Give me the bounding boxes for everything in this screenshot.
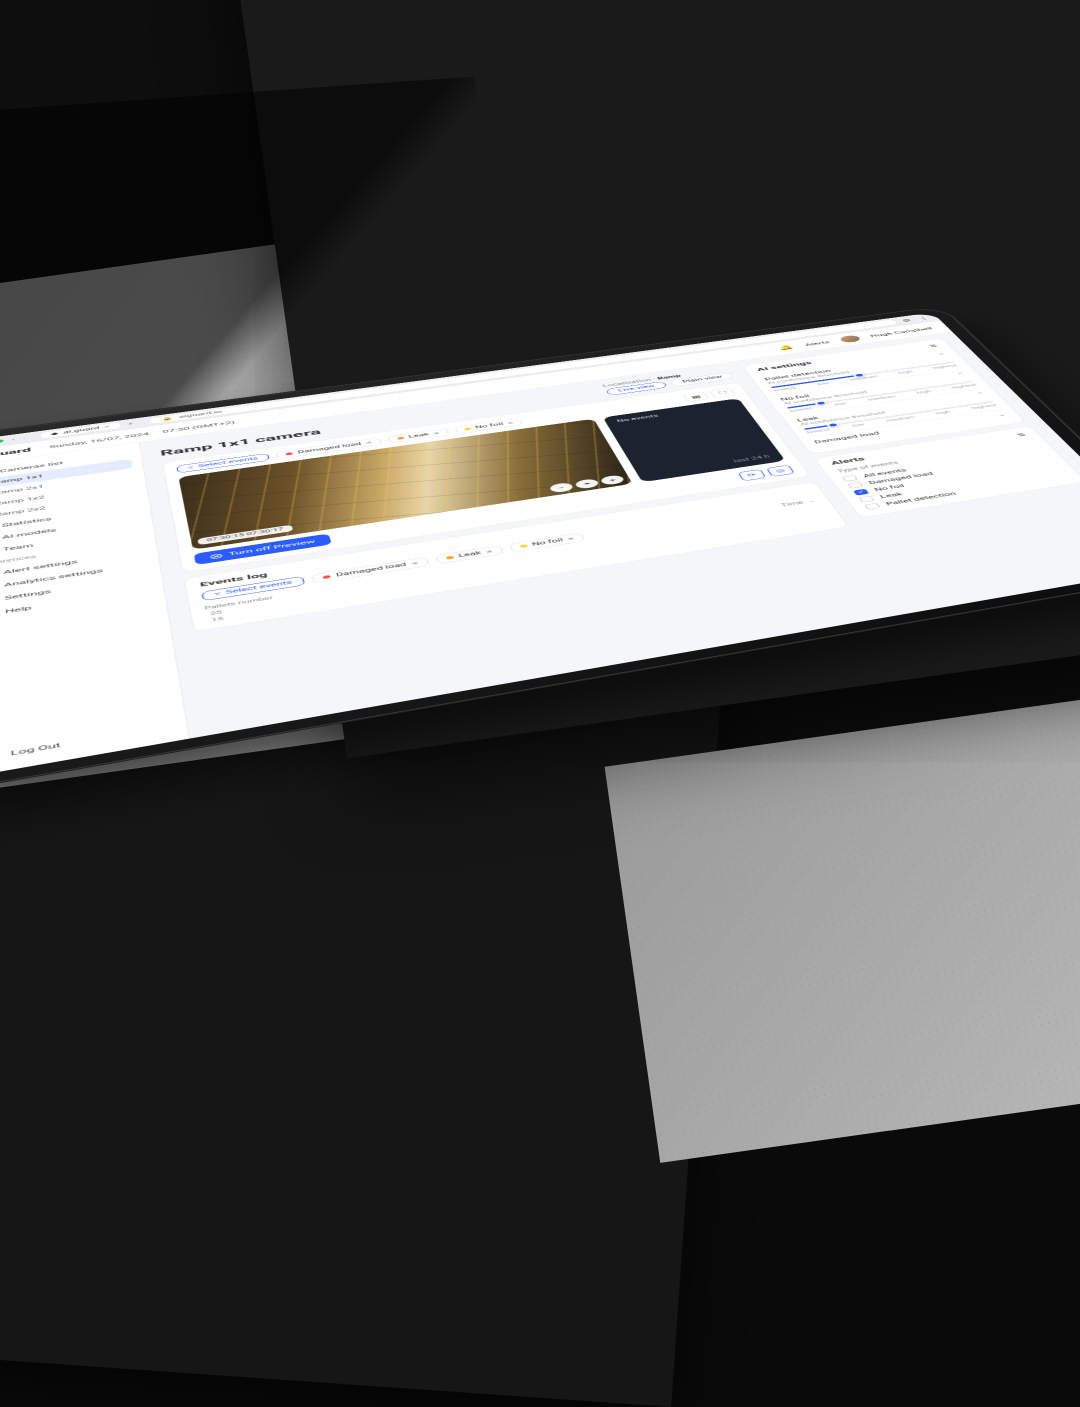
tab-close-icon[interactable]: ×	[104, 425, 110, 429]
zoom-reset-icon[interactable]: ⌖	[574, 478, 600, 489]
snapshot-icon[interactable]: ◎	[766, 465, 795, 477]
eye-off-icon: ⨂	[210, 553, 223, 560]
refresh-icon[interactable]: ⟳	[737, 469, 766, 481]
nav-fwd-icon[interactable]: ›	[23, 435, 27, 440]
filter-icon: ▿	[188, 465, 194, 470]
alerts-link[interactable]: Alerts	[804, 340, 831, 347]
filter-icon: ▿	[214, 591, 221, 597]
menu-icon[interactable]: ⋮	[917, 316, 930, 321]
extension-icon[interactable]: ⚙	[900, 318, 912, 323]
chip-remove-icon[interactable]: ×	[365, 440, 372, 445]
expand-icon[interactable]: ⛶	[709, 388, 736, 398]
alerts-title: Alerts	[829, 456, 866, 466]
zoom-out-icon[interactable]: −	[548, 482, 574, 493]
avatar[interactable]	[838, 335, 862, 344]
alerts-toggle-icon[interactable]: ⇅	[1015, 432, 1027, 438]
dot-red-icon	[286, 452, 294, 455]
logo-text: guard	[0, 446, 31, 458]
checkbox[interactable]	[864, 503, 880, 510]
chip-remove-icon[interactable]: ×	[433, 431, 441, 436]
period-label: last 24 h	[733, 454, 771, 463]
settings-toggle-icon[interactable]: ⇅	[928, 344, 939, 349]
grid-view-icon[interactable]: ▦	[683, 392, 710, 402]
time-axis-label: Time →	[780, 498, 817, 507]
new-tab-icon[interactable]: +	[127, 421, 134, 426]
chip-remove-icon[interactable]: ×	[507, 420, 515, 425]
dot-yellow-icon	[463, 427, 471, 430]
bell-icon[interactable]: 🔔	[777, 344, 795, 350]
zoom-in-icon[interactable]: +	[599, 474, 625, 485]
dot-orange-icon	[396, 436, 404, 439]
lock-icon: 🔒	[161, 416, 174, 421]
nav-back-icon[interactable]: ‹	[12, 437, 16, 442]
window-max-dot[interactable]	[0, 439, 4, 443]
tab-favicon: ◆	[51, 432, 59, 437]
chevron-down-icon[interactable]: ⌄	[996, 412, 1008, 417]
